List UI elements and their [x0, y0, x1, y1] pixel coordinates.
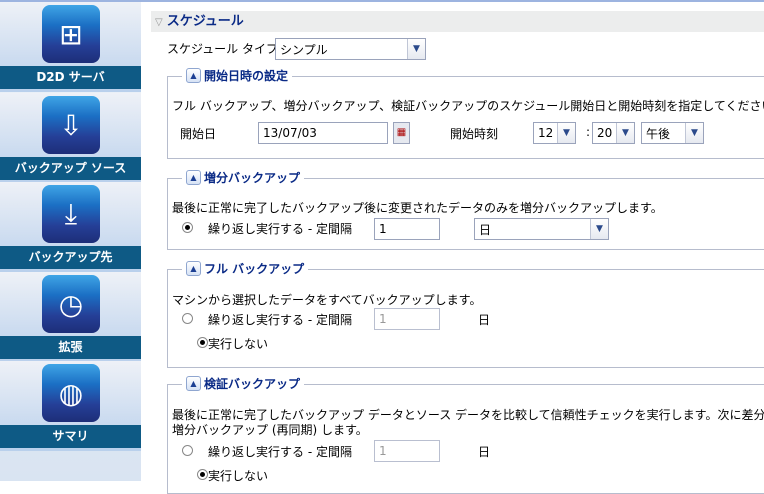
- ampm-select[interactable]: 午後 ▼: [641, 122, 704, 144]
- time-separator: :: [586, 125, 591, 139]
- incremental-unit-select[interactable]: 日 ▼: [474, 218, 609, 240]
- full-desc: マシンから選択したデータをすべてバックアップします。: [172, 293, 482, 307]
- verify-repeat-label: 繰り返し実行する - 定間隔: [208, 445, 352, 459]
- start-date-input[interactable]: 13/07/03: [258, 122, 388, 144]
- nav-backup-destination[interactable]: ⤓ バックアップ先: [0, 182, 141, 272]
- sidebar: ⊞ D2D サーバ ⇩ バックアップ ソース ⤓ バックアップ先 ◷ 拡張 ◍ サマリ: [0, 0, 141, 481]
- nav-summary[interactable]: ◍ サマリ: [0, 361, 141, 451]
- server-tree-icon: ⊞: [42, 5, 100, 63]
- clock-icon: ◷: [42, 275, 100, 333]
- chevron-down-icon: ▼: [685, 123, 703, 143]
- schedule-type-label: スケジュール タイプ: [167, 42, 278, 56]
- nav-d2d-server[interactable]: ⊞ D2D サーバ: [0, 2, 141, 92]
- nav-advanced[interactable]: ◷ 拡張: [0, 272, 141, 362]
- full-unit: 日: [478, 313, 491, 327]
- schedule-type-select[interactable]: シンプル ▼: [275, 38, 426, 60]
- schedule-section-header[interactable]: ▽ スケジュール: [151, 11, 764, 32]
- incremental-desc: 最後に正常に完了したバックアップ後に変更されたデータのみを増分バックアップします…: [172, 201, 663, 215]
- incremental-repeat-radio[interactable]: [182, 222, 193, 233]
- full-backup-group: ▲ フル バックアップ マシンから選択したデータをすべてバックアップします。 繰り…: [167, 260, 764, 368]
- full-repeat-label: 繰り返し実行する - 定間隔: [208, 313, 352, 327]
- full-repeat-radio[interactable]: [182, 313, 193, 324]
- verify-unit: 日: [478, 445, 491, 459]
- hour-select[interactable]: 12 ▼: [533, 122, 576, 144]
- full-interval-input[interactable]: 1: [374, 308, 440, 330]
- incremental-backup-group: ▲ 増分バックアップ 最後に正常に完了したバックアップ後に変更されたデータのみを増…: [167, 169, 764, 250]
- verify-desc-line2: 増分バックアップ (再同期) します。: [172, 423, 368, 437]
- collapse-button[interactable]: ▲: [186, 170, 201, 185]
- start-desc: フル バックアップ、増分バックアップ、検証バックアップのスケジュール開始日と開始…: [172, 99, 764, 113]
- incremental-interval-input[interactable]: 1: [374, 218, 440, 240]
- chevron-down-icon: ▼: [557, 123, 575, 143]
- verify-never-label: 実行しない: [208, 469, 269, 483]
- globe-icon: ◍: [42, 364, 100, 422]
- minute-select[interactable]: 20 ▼: [592, 122, 635, 144]
- collapse-button[interactable]: ▲: [186, 68, 201, 83]
- chevron-down-icon: ▼: [407, 39, 425, 59]
- chevron-down-icon: ▼: [616, 123, 634, 143]
- verify-never-radio[interactable]: [196, 469, 208, 480]
- verify-interval-input[interactable]: 1: [374, 440, 440, 462]
- full-never-radio[interactable]: [196, 337, 208, 348]
- drive-download-icon: ⇩: [42, 96, 100, 154]
- verify-backup-group: ▲ 検証バックアップ 最後に正常に完了したバックアップ データとソース データを比…: [167, 375, 764, 494]
- nav-backup-source[interactable]: ⇩ バックアップ ソース: [0, 93, 141, 183]
- drive-destination-icon: ⤓: [42, 185, 100, 243]
- verify-repeat-radio[interactable]: [182, 445, 193, 456]
- start-time-label: 開始時刻: [450, 127, 499, 141]
- collapse-triangle-icon: ▽: [155, 17, 163, 28]
- start-date-label: 開始日: [180, 127, 217, 141]
- collapse-button[interactable]: ▲: [186, 261, 201, 276]
- full-never-label: 実行しない: [208, 337, 269, 351]
- collapse-button[interactable]: ▲: [186, 376, 201, 391]
- start-datetime-group: ▲ 開始日時の設定 フル バックアップ、増分バックアップ、検証バックアップのスケジ…: [167, 67, 764, 159]
- incremental-repeat-label: 繰り返し実行する - 定間隔: [208, 222, 352, 236]
- calendar-icon[interactable]: ▦: [393, 122, 410, 144]
- chevron-down-icon: ▼: [590, 219, 608, 239]
